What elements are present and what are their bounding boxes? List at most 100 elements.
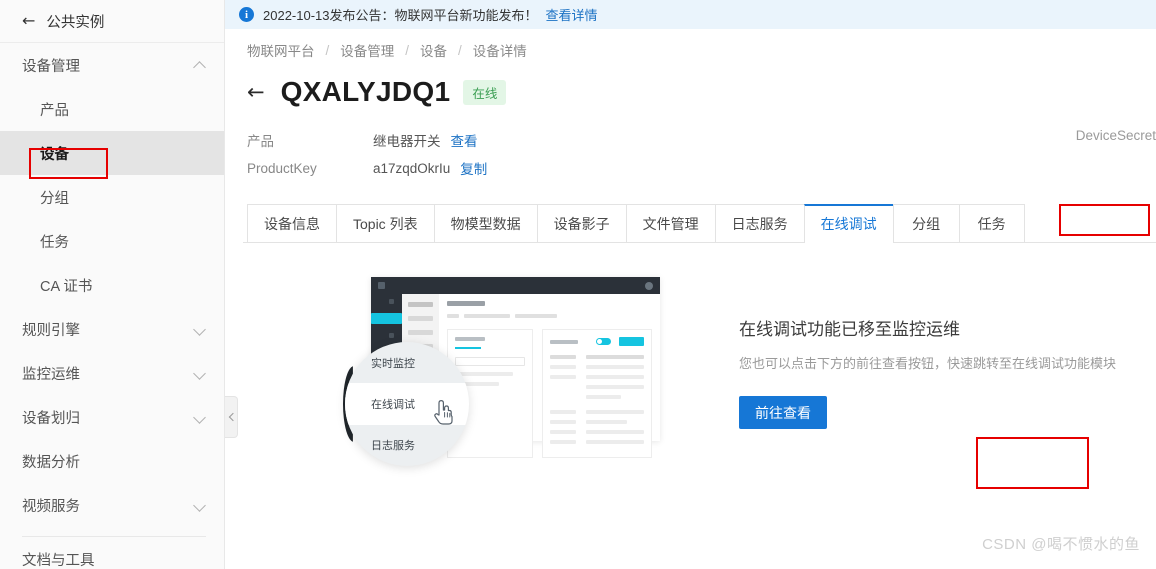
illustration-line	[550, 430, 576, 434]
announcement-text: 2022-10-13发布公告：物联网平台新功能发布！	[263, 8, 538, 23]
sidebar-item-label: 产品	[40, 102, 69, 119]
illustration-titlebar	[371, 277, 660, 294]
back-arrow-icon[interactable]: ←	[247, 81, 265, 103]
tab-file-management[interactable]: 文件管理	[625, 204, 715, 242]
meta-row-product-key: ProductKey a17zqdOkrIu 复制	[247, 154, 1156, 182]
tab-device-shadow[interactable]: 设备影子	[536, 204, 626, 242]
sidebar-item-docs-and-tools[interactable]: 文档与工具	[0, 537, 224, 569]
goto-view-button[interactable]: 前往查看	[739, 396, 827, 429]
illustration-tag	[464, 314, 510, 318]
magnifier-menu-label: 日志服务	[371, 440, 415, 453]
tab-device-info[interactable]: 设备信息	[247, 204, 336, 242]
illustration-underline	[455, 347, 481, 349]
back-arrow-icon[interactable]: ←	[22, 13, 35, 29]
tab-label: 文件管理	[642, 215, 699, 232]
sidebar-item-devices[interactable]: 设备	[0, 131, 224, 175]
sidebar-item-label: 文档与工具	[22, 552, 95, 569]
illustration-line	[550, 365, 576, 369]
sidebar-item-groups[interactable]: 分组	[0, 175, 224, 219]
sidebar-item-products[interactable]: 产品	[0, 87, 224, 131]
sidebar-collapse-handle[interactable]	[225, 396, 238, 438]
illustration-line	[550, 355, 576, 359]
illustration-line	[586, 420, 627, 424]
magnifier-menu-item-log-service: 日志服务	[345, 425, 469, 466]
sidebar-item-data-analysis[interactable]: 数据分析	[0, 439, 224, 483]
info-circle-icon: i	[239, 7, 254, 22]
illustration-line	[455, 337, 485, 341]
sidebar-group-device-transfer[interactable]: 设备划归	[0, 395, 224, 439]
illustration-line	[586, 375, 644, 379]
illustration-logo-icon	[378, 282, 385, 289]
sidebar-group-rule-engine[interactable]: 规则引擎	[0, 307, 224, 351]
sidebar-group-label: 数据分析	[22, 454, 80, 471]
tab-log-service[interactable]: 日志服务	[714, 204, 804, 242]
illustration-line	[586, 385, 644, 389]
status-badge: 在线	[463, 79, 507, 105]
illustration-nav-item-selected	[371, 313, 402, 324]
tab-online-debug[interactable]: 在线调试	[803, 204, 893, 243]
tab-groups[interactable]: 分组	[892, 204, 959, 242]
illustration-nav-item	[389, 333, 394, 338]
device-detail-tabs: 设备信息 Topic 列表 物模型数据 设备影子 文件管理 日志服务 在线调试 …	[243, 204, 1156, 243]
sidebar-item-tasks[interactable]: 任务	[0, 219, 224, 263]
illustration-line	[586, 410, 644, 414]
hand-pointer-icon	[434, 400, 453, 425]
magnifier-menu-label: 在线调试	[371, 398, 415, 411]
sidebar-group-monitoring-ops[interactable]: 监控运维	[0, 351, 224, 395]
magnifier-menu-label: 实时监控	[371, 357, 415, 370]
tab-tasks[interactable]: 任务	[958, 204, 1025, 242]
chevron-down-icon[interactable]	[194, 367, 206, 379]
illustration-toggle	[596, 338, 611, 345]
sidebar-group-label: 监控运维	[22, 366, 80, 383]
tab-label: 设备信息	[264, 215, 320, 232]
illustration-card-row	[447, 329, 652, 458]
breadcrumb-item-platform[interactable]: 物联网平台	[247, 40, 315, 60]
illustration-line	[550, 339, 578, 344]
illustration-card-right	[542, 329, 652, 458]
breadcrumb-item-devices[interactable]: 设备	[420, 40, 447, 60]
breadcrumb-separator: /	[325, 42, 330, 58]
sidebar-group-device-management[interactable]: 设备管理	[0, 43, 224, 87]
chevron-up-icon[interactable]	[194, 59, 206, 71]
sidebar-item-label: 设备	[40, 146, 69, 163]
copy-product-key-link[interactable]: 复制	[460, 158, 487, 178]
sidebar-group-label: 设备管理	[22, 58, 80, 75]
empty-state-panel: 实时监控 在线调试 日志服务 在线调试功能已移至监控运维 您也可以点击下方的前往	[225, 270, 1156, 470]
illustration-line	[550, 420, 576, 424]
illustration-nav-item	[389, 299, 394, 304]
illustration-tag	[515, 314, 557, 318]
sidebar-instance-label: 公共实例	[46, 14, 105, 31]
chevron-down-icon[interactable]	[194, 499, 206, 511]
view-product-link[interactable]: 查看	[451, 130, 478, 150]
sidebar-group-video-service[interactable]: 视频服务	[0, 483, 224, 527]
breadcrumb-item-device-management[interactable]: 设备管理	[340, 40, 394, 60]
illustration-line	[455, 372, 513, 376]
illustration-line	[586, 355, 644, 359]
watermark: CSDN @喝不惯水的鱼	[982, 536, 1140, 553]
empty-state-text: 在线调试功能已移至监控运维 您也可以点击下方的前往查看按钮，快速跳转至在线调试功…	[739, 311, 1116, 429]
illustration: 实时监控 在线调试 日志服务	[343, 270, 660, 470]
chevron-down-icon[interactable]	[194, 323, 206, 335]
device-secret-label: DeviceSecret	[1075, 128, 1156, 143]
sidebar-instance-header[interactable]: ← 公共实例	[0, 0, 224, 43]
illustration-line	[586, 430, 644, 434]
illustration-content	[439, 294, 660, 458]
tab-thing-model-data[interactable]: 物模型数据	[433, 204, 537, 242]
illustration-line	[586, 440, 644, 444]
chevron-down-icon[interactable]	[194, 411, 206, 423]
tab-label: Topic 列表	[353, 215, 418, 232]
sidebar: ← 公共实例 设备管理 产品 设备 分组 任务 CA 证书 规则引擎 监控运维	[0, 0, 225, 569]
tab-topic-list[interactable]: Topic 列表	[336, 204, 434, 242]
illustration-tag-row	[447, 314, 652, 318]
illustration-subnav-item	[408, 330, 433, 335]
announcement-detail-link[interactable]: 查看详情	[546, 5, 598, 24]
sidebar-group-label: 设备划归	[22, 410, 80, 427]
meta-label: 产品	[247, 134, 274, 149]
illustration-heading	[447, 301, 485, 306]
sidebar-item-ca-certificates[interactable]: CA 证书	[0, 263, 224, 307]
app-root: ← 公共实例 设备管理 产品 设备 分组 任务 CA 证书 规则引擎 监控运维	[0, 0, 1156, 569]
meta-label: ProductKey	[247, 160, 317, 176]
main-content: i 2022-10-13发布公告：物联网平台新功能发布！ 查看详情 物联网平台 …	[225, 0, 1156, 569]
empty-state-title: 在线调试功能已移至监控运维	[739, 320, 960, 339]
illustration-subnav-item	[408, 302, 433, 307]
